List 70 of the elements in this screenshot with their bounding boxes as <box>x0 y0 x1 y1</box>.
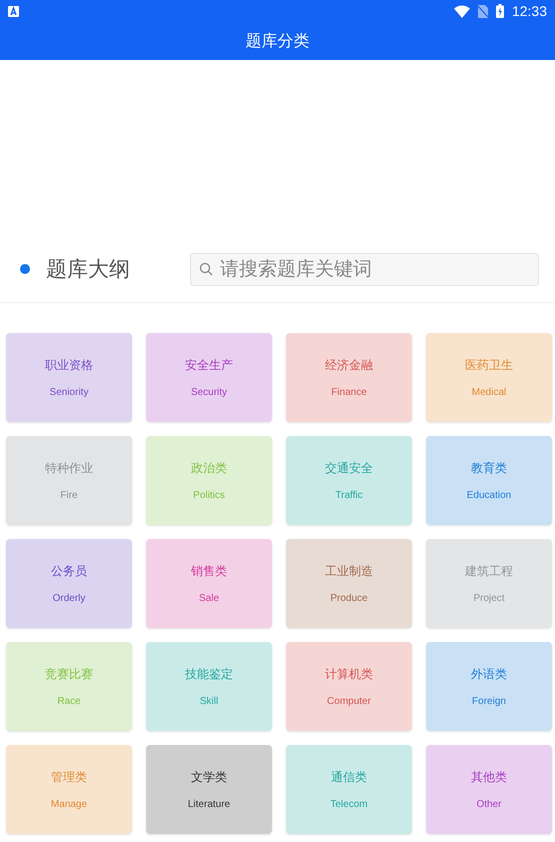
category-english-name: Manage <box>50 799 88 810</box>
wifi-icon <box>454 4 470 18</box>
category-english-name: Fire <box>60 490 78 501</box>
category-english-name: Education <box>466 490 512 501</box>
category-name: 职业资格 <box>45 357 93 374</box>
category-card[interactable]: 建筑工程 Project <box>426 539 552 628</box>
category-card[interactable]: 经济金融 Finance <box>286 333 412 422</box>
category-card[interactable]: 销售类 Sale <box>146 539 272 628</box>
category-english-name: Skill <box>200 696 218 707</box>
category-name: 特种作业 <box>45 460 93 477</box>
app-notification-icon <box>8 6 19 16</box>
category-name: 公务员 <box>51 563 87 580</box>
category-english-name: Race <box>57 696 81 707</box>
category-name: 建筑工程 <box>465 563 513 580</box>
category-card[interactable]: 通信类 Telecom <box>286 745 412 834</box>
no-sim-icon <box>478 4 488 18</box>
category-name: 交通安全 <box>325 460 373 477</box>
category-card[interactable]: 外语类 Foreign <box>426 642 552 731</box>
category-english-name: Computer <box>327 696 371 707</box>
category-english-name: Seniority <box>50 387 88 398</box>
category-english-name: Project <box>473 593 505 604</box>
category-card[interactable]: 医药卫生 Medical <box>426 333 552 422</box>
category-card[interactable]: 特种作业 Fire <box>6 436 132 525</box>
category-name: 其他类 <box>471 769 507 786</box>
category-card[interactable]: 管理类 Manage <box>6 745 132 834</box>
bullet-dot <box>20 264 30 274</box>
battery-charging-icon <box>496 4 504 18</box>
category-card[interactable]: 安全生产 Security <box>146 333 272 422</box>
category-name: 外语类 <box>471 666 507 683</box>
category-card[interactable]: 公务员 Orderly <box>6 539 132 628</box>
category-name: 安全生产 <box>185 357 233 374</box>
search-field[interactable]: 请搜索题库关键词 <box>190 252 539 286</box>
category-english-name: Foreign <box>472 696 506 707</box>
category-name: 销售类 <box>191 563 227 580</box>
section-title: 题库大纲 <box>46 256 131 283</box>
category-english-name: Other <box>476 799 502 810</box>
category-english-name: Finance <box>331 387 367 398</box>
search-icon <box>199 262 213 276</box>
category-name: 医药卫生 <box>465 357 513 374</box>
category-name: 计算机类 <box>325 666 373 683</box>
category-english-name: Traffic <box>335 490 363 501</box>
category-name: 竞赛比赛 <box>45 666 93 683</box>
category-name: 经济金融 <box>325 357 373 374</box>
category-english-name: Produce <box>330 593 368 604</box>
category-name: 政治类 <box>191 460 227 477</box>
category-card[interactable]: 交通安全 Traffic <box>286 436 412 525</box>
category-card[interactable]: 职业资格 Seniority <box>6 333 132 422</box>
category-name: 工业制造 <box>325 563 373 580</box>
category-name: 管理类 <box>51 769 87 786</box>
category-card[interactable]: 其他类 Other <box>426 745 552 834</box>
category-name: 教育类 <box>471 460 507 477</box>
category-card[interactable]: 工业制造 Produce <box>286 539 412 628</box>
category-english-name: Literature <box>188 799 230 810</box>
category-english-name: Sale <box>198 593 219 604</box>
app-bar-title: 题库分类 <box>246 30 310 52</box>
category-english-name: Politics <box>193 490 225 501</box>
category-card[interactable]: 技能鉴定 Skill <box>146 642 272 731</box>
category-name: 通信类 <box>331 769 367 786</box>
category-card[interactable]: 文学类 Literature <box>146 745 272 834</box>
category-english-name: Telecom <box>330 799 368 810</box>
category-english-name: Medical <box>472 387 506 398</box>
status-time: 12:33 <box>512 3 547 19</box>
category-card[interactable]: 教育类 Education <box>426 436 552 525</box>
category-name: 技能鉴定 <box>185 666 233 683</box>
category-english-name: Security <box>190 387 228 398</box>
category-card[interactable]: 政治类 Politics <box>146 436 272 525</box>
category-card[interactable]: 竞赛比赛 Race <box>6 642 132 731</box>
category-english-name: Orderly <box>52 593 86 604</box>
category-name: 文学类 <box>191 769 227 786</box>
category-card[interactable]: 计算机类 Computer <box>286 642 412 731</box>
